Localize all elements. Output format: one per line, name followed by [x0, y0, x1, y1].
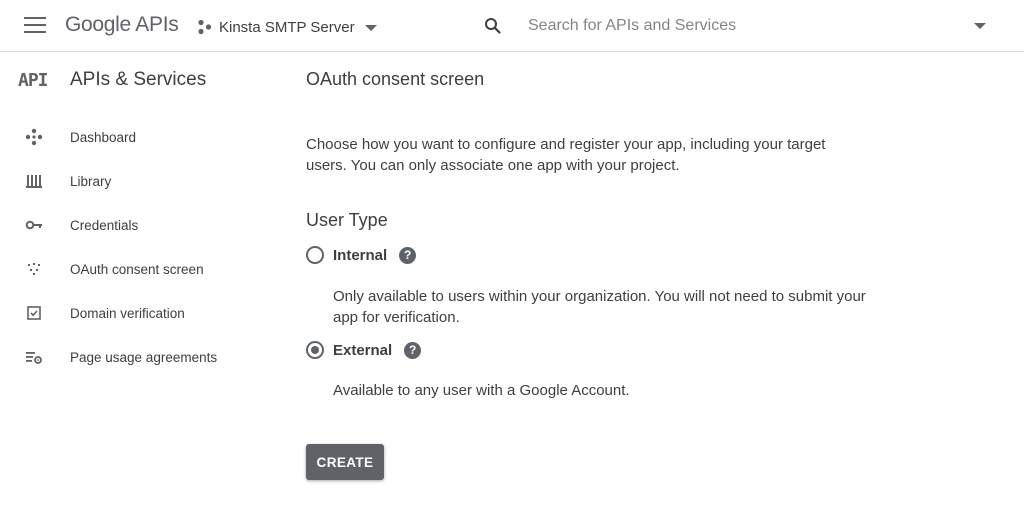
sidebar-item-page-usage-agreements[interactable]: Page usage agreements — [0, 335, 290, 379]
sidebar-item-label: Page usage agreements — [70, 349, 218, 365]
project-icon — [198, 19, 212, 35]
internal-label[interactable]: Internal — [333, 247, 387, 264]
help-icon[interactable]: ? — [399, 246, 417, 264]
user-type-heading: User Type — [306, 210, 388, 230]
chevron-down-icon — [364, 25, 377, 31]
search-icon[interactable] — [484, 17, 502, 35]
sidebar: API APIs & Services Dashboard Library Cr… — [0, 53, 290, 512]
sidebar-item-label: Library — [70, 173, 112, 189]
key-icon — [25, 216, 43, 234]
project-selector[interactable]: Kinsta SMTP Server — [197, 15, 377, 39]
sidebar-item-domain-verification[interactable]: Domain verification — [0, 291, 290, 335]
sidebar-header: API APIs & Services — [18, 67, 206, 93]
create-button[interactable]: CREATE — [306, 444, 384, 480]
internal-radio[interactable] — [306, 246, 324, 264]
sidebar-item-library[interactable]: Library — [0, 159, 290, 203]
help-icon[interactable]: ? — [404, 341, 422, 359]
external-description: Available to any user with a Google Acco… — [333, 382, 630, 399]
settings-list-icon — [25, 348, 43, 366]
main-content: OAuth consent screen Choose how you want… — [306, 53, 1006, 512]
external-option[interactable]: External ? — [306, 339, 422, 361]
sidebar-item-label: Credentials — [70, 217, 139, 233]
internal-option[interactable]: Internal ? — [306, 244, 417, 266]
library-icon — [25, 172, 43, 190]
project-name: Kinsta SMTP Server — [219, 18, 355, 36]
sidebar-item-oauth-consent-screen[interactable]: OAuth consent screen — [0, 247, 290, 291]
sidebar-title: APIs & Services — [70, 69, 207, 90]
brand-logo[interactable]: Google APIs — [65, 13, 179, 37]
sidebar-nav: Dashboard Library Credentials OAuth cons… — [0, 115, 290, 379]
sidebar-item-label: OAuth consent screen — [70, 261, 204, 277]
search-dropdown-icon[interactable] — [974, 23, 986, 29]
sidebar-item-label: Dashboard — [70, 129, 137, 145]
intro-text: Choose how you want to configure and reg… — [306, 136, 826, 174]
sidebar-item-credentials[interactable]: Credentials — [0, 203, 290, 247]
api-logo-icon: API — [18, 69, 49, 91]
external-radio[interactable] — [306, 341, 324, 359]
page-title: OAuth consent screen — [306, 69, 485, 89]
dashboard-icon — [25, 128, 43, 146]
checkbox-icon — [25, 304, 43, 322]
internal-description: Only available to users within your orga… — [333, 288, 866, 326]
search-input[interactable] — [528, 17, 994, 35]
sidebar-item-label: Domain verification — [70, 305, 185, 321]
external-label[interactable]: External — [333, 342, 392, 359]
menu-icon[interactable] — [24, 17, 46, 35]
top-bar: Google APIs Kinsta SMTP Server — [0, 0, 1024, 52]
search-bar[interactable] — [484, 10, 994, 42]
sidebar-item-dashboard[interactable]: Dashboard — [0, 115, 290, 159]
consent-icon — [25, 260, 43, 278]
